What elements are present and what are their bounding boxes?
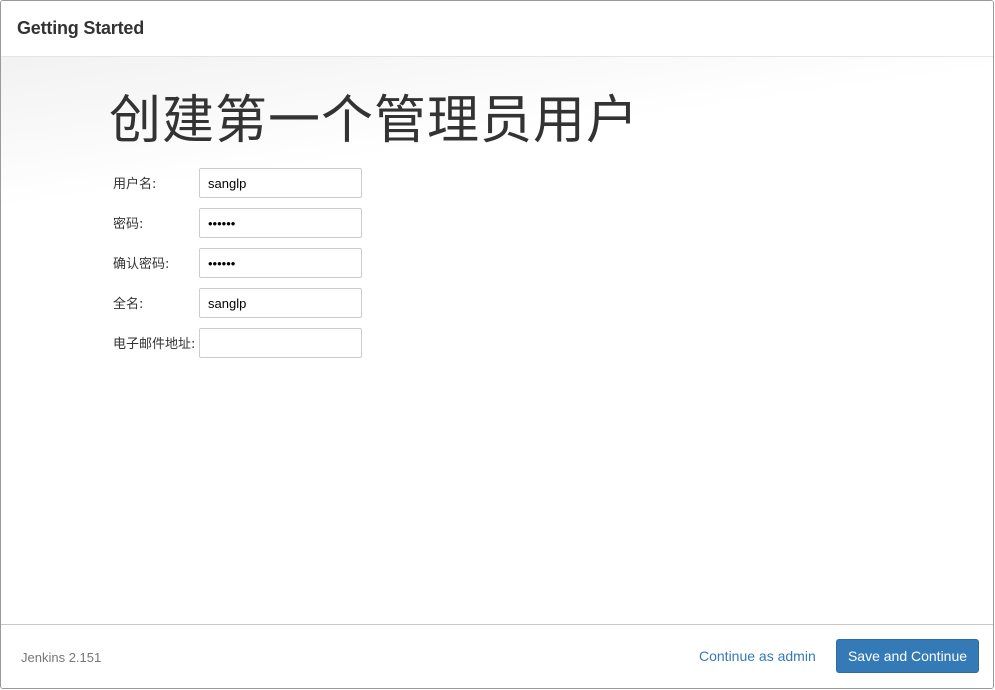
password-label: 密码: — [113, 217, 144, 232]
dialog-body: 创建第一个管理员用户 用户名: 密码: 确认密码: 全名: 电子邮件地址: — [1, 57, 993, 624]
email-row: 电子邮件地址: — [113, 328, 373, 358]
password-input[interactable] — [199, 208, 362, 238]
dialog-title: Getting Started — [17, 18, 145, 38]
dialog-footer: Jenkins 2.151 Continue as admin Save and… — [1, 624, 993, 688]
confirm-password-row: 确认密码: — [113, 248, 373, 278]
password-row: 密码: — [113, 208, 373, 238]
setup-wizard-dialog: Getting Started 创建第一个管理员用户 用户名: 密码: 确认密码… — [0, 0, 994, 689]
confirm-password-label: 确认密码: — [113, 257, 170, 272]
version-label: Jenkins 2.151 — [21, 650, 102, 665]
fullname-label: 全名: — [113, 297, 144, 312]
confirm-password-input[interactable] — [199, 248, 362, 278]
fullname-input[interactable] — [199, 288, 362, 318]
username-label: 用户名: — [113, 177, 157, 192]
email-label: 电子邮件地址: — [113, 337, 196, 352]
save-and-continue-button[interactable]: Save and Continue — [836, 639, 979, 673]
dialog-header: Getting Started — [1, 1, 993, 57]
username-row: 用户名: — [113, 168, 373, 198]
username-input[interactable] — [199, 168, 362, 198]
continue-as-admin-link[interactable]: Continue as admin — [699, 648, 816, 664]
page-title: 创建第一个管理员用户 — [109, 91, 640, 151]
fullname-row: 全名: — [113, 288, 373, 318]
email-input[interactable] — [199, 328, 362, 358]
